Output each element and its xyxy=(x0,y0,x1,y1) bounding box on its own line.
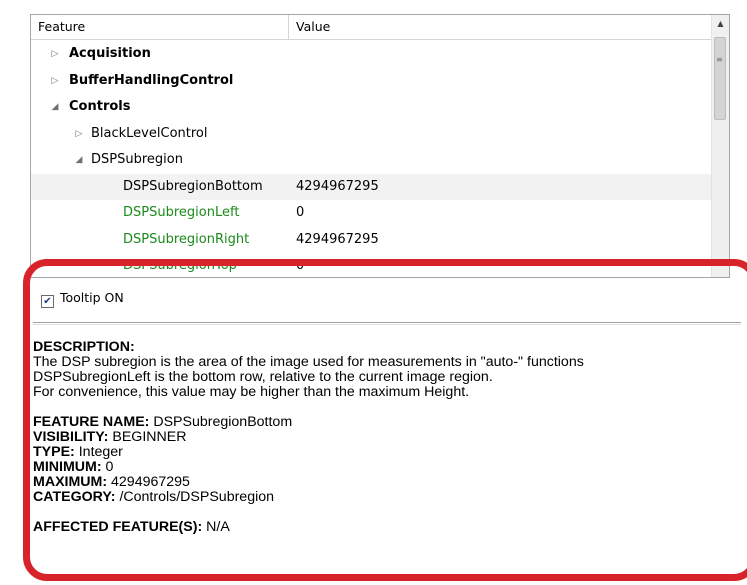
tree-row-label: BlackLevelControl xyxy=(91,125,208,141)
vertical-scrollbar[interactable]: ▲ ≡ xyxy=(711,15,729,277)
feature-tree[interactable]: Feature Value ▷ Acquisition ▷ BufferHandlin… xyxy=(30,14,730,278)
scroll-up-arrow-icon[interactable]: ▲ xyxy=(712,15,729,32)
collapse-arrow-icon[interactable]: ◢ xyxy=(74,147,84,174)
expand-arrow-icon[interactable]: ▷ xyxy=(74,121,84,148)
tree-row-label: DSPSubregionBottom xyxy=(123,178,263,194)
tree-row-category[interactable]: ◢ DSPSubregion xyxy=(31,147,713,174)
scrollbar-thumb[interactable] xyxy=(714,37,726,120)
tree-row-category[interactable]: ▷ BlackLevelControl xyxy=(31,121,713,148)
tree-row-category[interactable]: ◢ Controls xyxy=(31,94,713,121)
tree-header: Feature Value xyxy=(31,15,713,40)
tree-row-label: BufferHandlingControl xyxy=(69,72,234,88)
column-header-value[interactable]: Value xyxy=(289,15,713,39)
tree-rows: ▷ Acquisition ▷ BufferHandlingControl ◢ Contr… xyxy=(31,41,713,277)
tree-row-category[interactable]: ▷ BufferHandlingControl xyxy=(31,68,713,95)
tree-row-label: Controls xyxy=(69,99,131,114)
expand-arrow-icon[interactable]: ▷ xyxy=(50,41,60,68)
tree-row-feature[interactable]: DSPSubregionRight 4294967295 xyxy=(31,227,713,254)
column-header-feature[interactable]: Feature xyxy=(31,15,289,39)
tree-row-feature[interactable]: DSPSubregionBottom 4294967295 xyxy=(31,173,713,201)
tree-row-value[interactable]: 4294967295 xyxy=(296,227,379,254)
tree-row-label: DSPSubregionRight xyxy=(123,231,250,247)
tree-row-category[interactable]: ▷ Acquisition xyxy=(31,41,713,68)
expand-arrow-icon[interactable]: ▷ xyxy=(50,68,60,95)
tree-row-label: Acquisition xyxy=(69,46,151,61)
highlight-frame xyxy=(23,259,747,581)
tree-row-label: DSPSubregion xyxy=(91,152,183,167)
collapse-arrow-icon[interactable]: ◢ xyxy=(50,94,60,121)
grip-icon: ≡ xyxy=(716,55,723,64)
tree-row-feature[interactable]: DSPSubregionLeft 0 xyxy=(31,200,713,227)
tree-row-value[interactable]: 0 xyxy=(296,200,304,227)
tree-row-value[interactable]: 4294967295 xyxy=(296,174,379,201)
tree-row-label: DSPSubregionLeft xyxy=(123,205,240,220)
